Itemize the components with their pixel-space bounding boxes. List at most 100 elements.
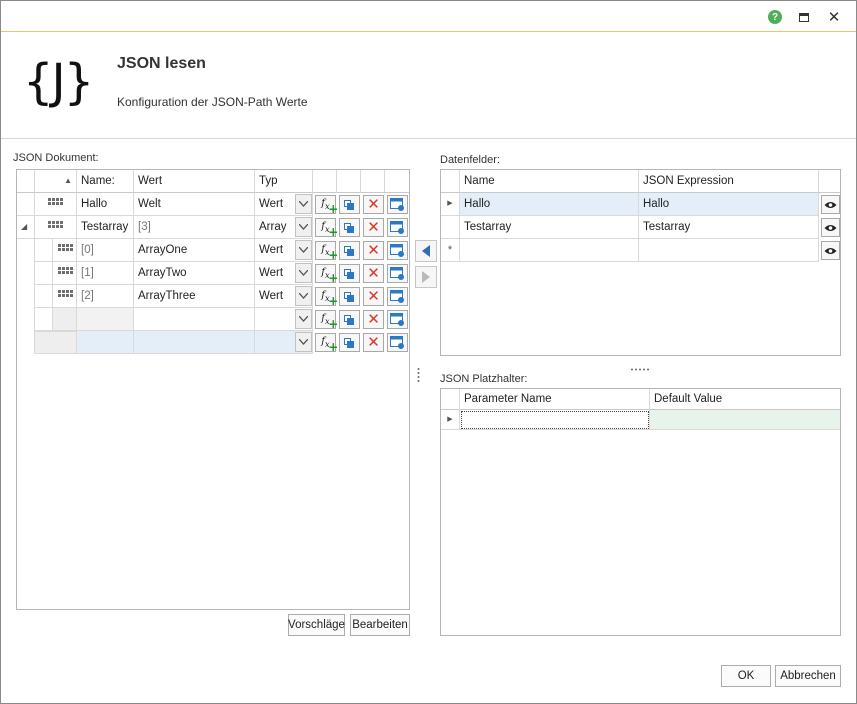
- type-dropdown-icon[interactable]: [295, 263, 312, 283]
- move-right-button[interactable]: [415, 266, 437, 288]
- horizontal-splitter-grip[interactable]: [630, 362, 650, 371]
- tree-cell-value[interactable]: ArrayTwo: [134, 262, 255, 285]
- column-header-type[interactable]: Typ: [255, 170, 313, 193]
- delete-button[interactable]: ✕: [363, 287, 384, 306]
- copy-button[interactable]: [339, 218, 360, 237]
- data-field-name[interactable]: Hallo: [460, 193, 639, 216]
- tree-cell-value[interactable]: ArrayThree: [134, 285, 255, 308]
- window-settings-button[interactable]: [387, 333, 408, 352]
- copy-button[interactable]: [339, 310, 360, 329]
- maximize-icon[interactable]: [794, 7, 814, 27]
- tree-cell-value[interactable]: ArrayOne: [134, 239, 255, 262]
- data-field-row[interactable]: ▶ Hallo Hallo: [441, 193, 840, 216]
- tree-cell-value[interactable]: [134, 308, 255, 331]
- delete-button[interactable]: ✕: [363, 333, 384, 352]
- type-dropdown-icon[interactable]: [295, 240, 312, 260]
- delete-button[interactable]: ✕: [363, 241, 384, 260]
- data-field-name[interactable]: Testarray: [460, 216, 639, 239]
- tree-row-new-child[interactable]: fx + ✕: [17, 308, 409, 331]
- tree-cell-name[interactable]: [1]: [77, 262, 134, 285]
- tree-cell-name[interactable]: [77, 331, 134, 354]
- tree-cell-value[interactable]: [134, 331, 255, 354]
- row-indicator-icon: ▶: [441, 410, 460, 430]
- window-settings-button[interactable]: [387, 195, 408, 214]
- column-header-parameter-name[interactable]: Parameter Name: [460, 389, 650, 410]
- dialog-header: {J} JSON lesen Konfiguration der JSON-Pa…: [1, 33, 856, 139]
- data-fields-grid[interactable]: Name JSON Expression ▶ Hallo Hallo Testa…: [440, 169, 841, 356]
- ok-button[interactable]: OK: [721, 665, 771, 687]
- column-header-value[interactable]: Wert: [134, 170, 255, 193]
- edit-button[interactable]: Bearbeiten: [350, 614, 410, 636]
- column-header-expression[interactable]: JSON Expression: [639, 170, 819, 193]
- tree-row-new[interactable]: fx + ✕: [17, 331, 409, 354]
- tree-cell-name[interactable]: [2]: [77, 285, 134, 308]
- item-grid-icon: [58, 267, 73, 274]
- delete-button[interactable]: ✕: [363, 218, 384, 237]
- suggestions-button[interactable]: Vorschläge: [288, 614, 345, 636]
- type-dropdown-icon[interactable]: [295, 286, 312, 306]
- placeholder-row[interactable]: ▶: [441, 410, 840, 430]
- collapse-arrow-icon[interactable]: ◢: [17, 216, 35, 239]
- tree-row[interactable]: [2] ArrayThree Wert fx + ✕: [17, 285, 409, 308]
- item-grid-icon: [58, 244, 73, 251]
- copy-button[interactable]: [339, 287, 360, 306]
- function-add-button[interactable]: fx +: [315, 218, 338, 239]
- data-field-expression[interactable]: [639, 239, 819, 262]
- data-field-row[interactable]: Testarray Testarray: [441, 216, 840, 239]
- placeholders-grid[interactable]: Parameter Name Default Value ▶: [440, 388, 841, 636]
- function-add-button[interactable]: fx +: [315, 333, 338, 354]
- close-icon[interactable]: ✕: [824, 7, 844, 27]
- delete-button[interactable]: ✕: [363, 264, 384, 283]
- column-header-name[interactable]: Name:: [77, 170, 134, 193]
- type-dropdown-icon[interactable]: [295, 217, 312, 237]
- placeholder-default-input[interactable]: [650, 410, 840, 430]
- tree-header-row: ▲ Name: Wert Typ: [17, 170, 409, 193]
- data-field-expression[interactable]: Hallo: [639, 193, 819, 216]
- delete-button[interactable]: ✕: [363, 195, 384, 214]
- data-field-expression[interactable]: Testarray: [639, 216, 819, 239]
- tree-cell-name[interactable]: Testarray: [77, 216, 134, 239]
- window-settings-button[interactable]: [387, 218, 408, 237]
- tree-row[interactable]: [0] ArrayOne Wert fx + ✕: [17, 239, 409, 262]
- preview-eye-icon[interactable]: [821, 241, 840, 260]
- type-dropdown-icon[interactable]: [295, 332, 312, 352]
- column-header-name[interactable]: Name: [460, 170, 639, 193]
- function-add-button[interactable]: fx +: [315, 310, 338, 331]
- copy-button[interactable]: [339, 264, 360, 283]
- function-add-button[interactable]: fx +: [315, 241, 338, 262]
- preview-eye-icon[interactable]: [821, 218, 840, 237]
- help-icon[interactable]: ?: [765, 7, 785, 27]
- row-indicator-icon: ▶: [441, 193, 460, 216]
- function-add-button[interactable]: fx +: [315, 264, 338, 285]
- column-header-default-value[interactable]: Default Value: [650, 389, 840, 410]
- delete-button[interactable]: ✕: [363, 310, 384, 329]
- data-field-new-row[interactable]: *: [441, 239, 840, 262]
- tree-cell-name[interactable]: [77, 308, 134, 331]
- preview-eye-icon[interactable]: [821, 195, 840, 214]
- move-left-button[interactable]: [415, 240, 437, 262]
- window-settings-button[interactable]: [387, 241, 408, 260]
- function-add-button[interactable]: fx +: [315, 195, 338, 216]
- function-add-button[interactable]: fx +: [315, 287, 338, 308]
- window-settings-button[interactable]: [387, 287, 408, 306]
- sort-ascending-icon[interactable]: ▲: [35, 170, 77, 193]
- tree-row[interactable]: [1] ArrayTwo Wert fx + ✕: [17, 262, 409, 285]
- tree-cell-value[interactable]: [3]: [134, 216, 255, 239]
- data-field-name[interactable]: [460, 239, 639, 262]
- tree-row[interactable]: Hallo Welt Wert fx + ✕: [17, 193, 409, 216]
- copy-button[interactable]: [339, 333, 360, 352]
- window-settings-button[interactable]: [387, 264, 408, 283]
- type-dropdown-icon[interactable]: [295, 309, 312, 329]
- tree-cell-value[interactable]: Welt: [134, 193, 255, 216]
- cancel-button[interactable]: Abbrechen: [775, 665, 841, 687]
- copy-button[interactable]: [339, 241, 360, 260]
- json-document-tree[interactable]: ▲ Name: Wert Typ Hallo Welt Wert fx + ✕ ◢: [16, 169, 410, 610]
- tree-cell-name[interactable]: [0]: [77, 239, 134, 262]
- copy-button[interactable]: [339, 195, 360, 214]
- tree-row[interactable]: ◢ Testarray [3] Array fx + ✕: [17, 216, 409, 239]
- vertical-splitter-grip[interactable]: [417, 367, 420, 383]
- type-dropdown-icon[interactable]: [295, 194, 312, 214]
- tree-cell-name[interactable]: Hallo: [77, 193, 134, 216]
- placeholder-name-input[interactable]: [460, 410, 650, 430]
- window-settings-button[interactable]: [387, 310, 408, 329]
